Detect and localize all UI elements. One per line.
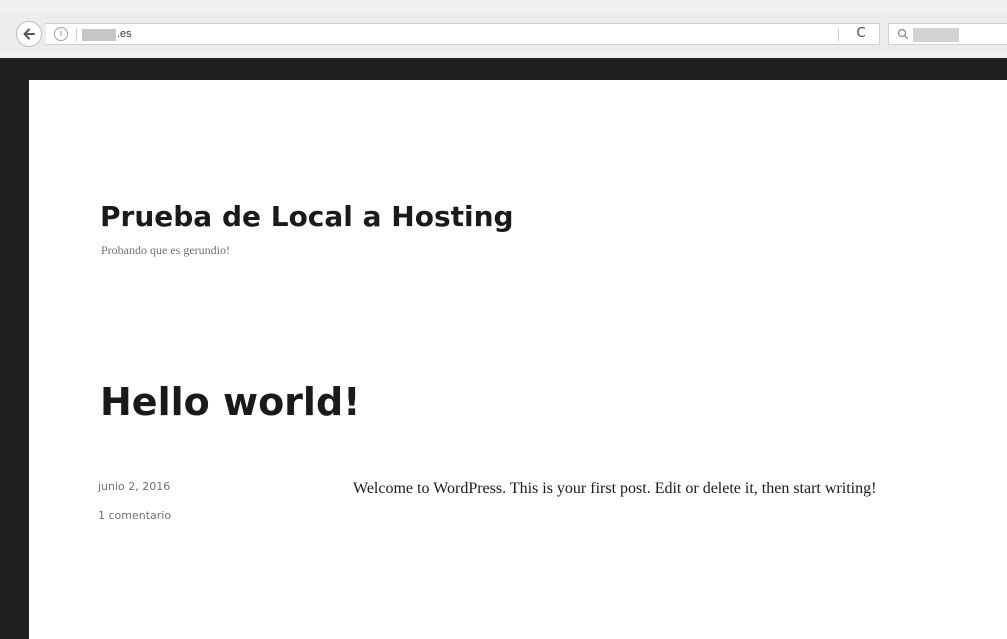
post-title[interactable]: Hello world!	[100, 378, 360, 426]
browser-chrome: i .es C	[0, 0, 1007, 59]
url-bar[interactable]: i .es C	[46, 23, 880, 45]
url-separator	[76, 28, 77, 41]
back-button[interactable]	[16, 21, 42, 47]
page-frame-left	[0, 58, 29, 639]
site-content: Prueba de Local a Hosting Probando que e…	[29, 80, 1007, 639]
url-redacted-region	[82, 29, 116, 41]
url-right-separator	[838, 28, 839, 41]
post-comments-link[interactable]: 1 comentario	[98, 509, 171, 523]
post-date[interactable]: junio 2, 2016	[98, 480, 170, 494]
post-body: Welcome to WordPress. This is your first…	[353, 480, 877, 497]
url-text[interactable]: .es	[117, 27, 132, 41]
site-tagline: Probando que es gerundio!	[101, 243, 230, 257]
search-redacted-region	[913, 28, 959, 42]
search-icon	[897, 28, 909, 40]
browser-toolbar: i .es C	[0, 14, 1007, 54]
search-input[interactable]	[888, 23, 1007, 45]
page-frame-top	[0, 58, 1007, 80]
reload-icon[interactable]: C	[853, 26, 869, 42]
site-title[interactable]: Prueba de Local a Hosting	[100, 200, 514, 234]
back-arrow-icon	[23, 28, 35, 40]
info-icon[interactable]: i	[54, 27, 68, 41]
